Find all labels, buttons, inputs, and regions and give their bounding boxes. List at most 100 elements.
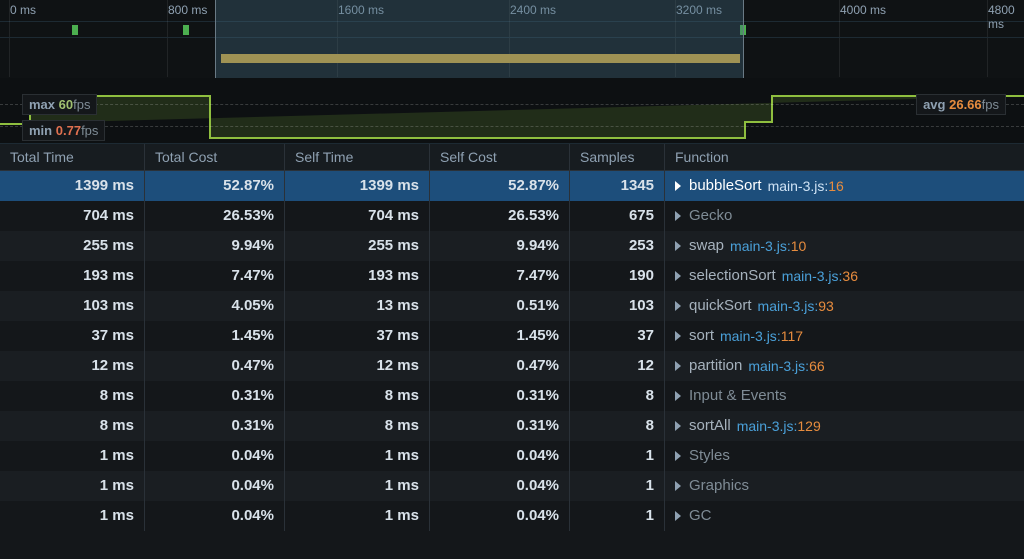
expand-icon[interactable]	[675, 421, 681, 431]
table-row[interactable]: 1 ms0.04%1 ms0.04%1GC	[0, 501, 1024, 531]
col-function[interactable]: Function	[665, 144, 1024, 170]
cell-self_time: 8 ms	[285, 411, 430, 441]
cell-samples: 8	[570, 381, 665, 411]
cell-total_cost: 0.04%	[145, 441, 285, 471]
expand-icon[interactable]	[675, 331, 681, 341]
cell-total_time: 1 ms	[0, 471, 145, 501]
expand-icon[interactable]	[675, 451, 681, 461]
cell-total_cost: 0.31%	[145, 381, 285, 411]
cell-function: quickSortmain-3.js:93	[665, 291, 1024, 321]
fps-min-badge: min 0.77fps	[22, 120, 105, 141]
cell-total_cost: 26.53%	[145, 201, 285, 231]
cell-function: GC	[665, 501, 1024, 531]
cell-total_time: 1 ms	[0, 501, 145, 531]
col-self-time[interactable]: Self Time	[285, 144, 430, 170]
fps-min-value: 0.77	[56, 123, 81, 138]
fps-strip: max 60fps min 0.77fps avg 26.66fps	[0, 78, 1024, 144]
function-name: quickSort	[689, 291, 752, 321]
expand-icon[interactable]	[675, 271, 681, 281]
col-samples[interactable]: Samples	[570, 144, 665, 170]
cell-self_cost: 0.51%	[430, 291, 570, 321]
expand-icon[interactable]	[675, 301, 681, 311]
cell-total_time: 103 ms	[0, 291, 145, 321]
col-total-cost[interactable]: Total Cost	[145, 144, 285, 170]
col-self-cost[interactable]: Self Cost	[430, 144, 570, 170]
expand-icon[interactable]	[675, 211, 681, 221]
cell-samples: 1	[570, 501, 665, 531]
cell-self_time: 1 ms	[285, 501, 430, 531]
expand-icon[interactable]	[675, 511, 681, 521]
table-row[interactable]: 1399 ms52.87%1399 ms52.87%1345bubbleSort…	[0, 171, 1024, 201]
cell-self_time: 193 ms	[285, 261, 430, 291]
fps-avg-value: 26.66	[949, 97, 982, 112]
cell-total_cost: 1.45%	[145, 321, 285, 351]
cell-total_time: 12 ms	[0, 351, 145, 381]
cell-total_time: 255 ms	[0, 231, 145, 261]
fps-curve	[0, 78, 1024, 144]
table-row[interactable]: 8 ms0.31%8 ms0.31%8sortAllmain-3.js:129	[0, 411, 1024, 441]
table-row[interactable]: 12 ms0.47%12 ms0.47%12partitionmain-3.js…	[0, 351, 1024, 381]
table-row[interactable]: 103 ms4.05%13 ms0.51%103quickSortmain-3.…	[0, 291, 1024, 321]
function-name: Graphics	[689, 471, 749, 501]
function-name: swap	[689, 231, 724, 261]
profile-table: Total Time Total Cost Self Time Self Cos…	[0, 144, 1024, 531]
function-source[interactable]: main-3.js:93	[758, 291, 834, 321]
cell-samples: 37	[570, 321, 665, 351]
cell-total_time: 8 ms	[0, 411, 145, 441]
cell-function: swapmain-3.js:10	[665, 231, 1024, 261]
cell-function: selectionSortmain-3.js:36	[665, 261, 1024, 291]
function-name: Styles	[689, 441, 730, 471]
table-row[interactable]: 1 ms0.04%1 ms0.04%1Styles	[0, 441, 1024, 471]
cell-self_cost: 9.94%	[430, 231, 570, 261]
table-row[interactable]: 193 ms7.47%193 ms7.47%190selectionSortma…	[0, 261, 1024, 291]
function-name: sort	[689, 321, 714, 351]
table-row[interactable]: 1 ms0.04%1 ms0.04%1Graphics	[0, 471, 1024, 501]
cell-samples: 253	[570, 231, 665, 261]
cell-total_cost: 4.05%	[145, 291, 285, 321]
cell-self_time: 37 ms	[285, 321, 430, 351]
fps-max-value: 60	[59, 97, 73, 112]
function-name: Input & Events	[689, 381, 787, 411]
timeline-marker	[183, 25, 189, 35]
col-total-time[interactable]: Total Time	[0, 144, 145, 170]
timeline-selection[interactable]	[215, 0, 744, 78]
cell-samples: 8	[570, 411, 665, 441]
cell-total_time: 1 ms	[0, 441, 145, 471]
function-source[interactable]: main-3.js:66	[748, 351, 824, 381]
expand-icon[interactable]	[675, 181, 681, 191]
table-row[interactable]: 8 ms0.31%8 ms0.31%8Input & Events	[0, 381, 1024, 411]
function-source[interactable]: main-3.js:129	[737, 411, 821, 441]
expand-icon[interactable]	[675, 241, 681, 251]
cell-self_time: 12 ms	[285, 351, 430, 381]
cell-function: Graphics	[665, 471, 1024, 501]
cell-samples: 1345	[570, 171, 665, 201]
cell-samples: 12	[570, 351, 665, 381]
expand-icon[interactable]	[675, 481, 681, 491]
expand-icon[interactable]	[675, 361, 681, 371]
cell-total_time: 37 ms	[0, 321, 145, 351]
function-source[interactable]: main-3.js:10	[730, 231, 806, 261]
cell-function: sortAllmain-3.js:129	[665, 411, 1024, 441]
timeline-overview[interactable]: 0 ms800 ms1600 ms2400 ms3200 ms4000 ms48…	[0, 0, 1024, 78]
cell-self_cost: 26.53%	[430, 201, 570, 231]
table-row[interactable]: 704 ms26.53%704 ms26.53%675Gecko	[0, 201, 1024, 231]
function-source[interactable]: main-3.js:117	[720, 321, 803, 351]
table-row[interactable]: 37 ms1.45%37 ms1.45%37sortmain-3.js:117	[0, 321, 1024, 351]
cell-samples: 190	[570, 261, 665, 291]
function-source[interactable]: main-3.js:16	[768, 171, 844, 201]
cell-total_cost: 7.47%	[145, 261, 285, 291]
fps-avg-unit: fps	[982, 97, 999, 112]
function-source[interactable]: main-3.js:36	[782, 261, 858, 291]
function-name: GC	[689, 501, 712, 531]
cell-total_time: 1399 ms	[0, 171, 145, 201]
cell-total_cost: 0.04%	[145, 471, 285, 501]
cell-samples: 1	[570, 471, 665, 501]
cell-self_cost: 0.04%	[430, 501, 570, 531]
cell-function: Input & Events	[665, 381, 1024, 411]
table-row[interactable]: 255 ms9.94%255 ms9.94%253swapmain-3.js:1…	[0, 231, 1024, 261]
cell-total_cost: 0.47%	[145, 351, 285, 381]
fps-min-unit: fps	[81, 123, 98, 138]
fps-min-label: min	[29, 123, 52, 138]
function-name: Gecko	[689, 201, 732, 231]
expand-icon[interactable]	[675, 391, 681, 401]
